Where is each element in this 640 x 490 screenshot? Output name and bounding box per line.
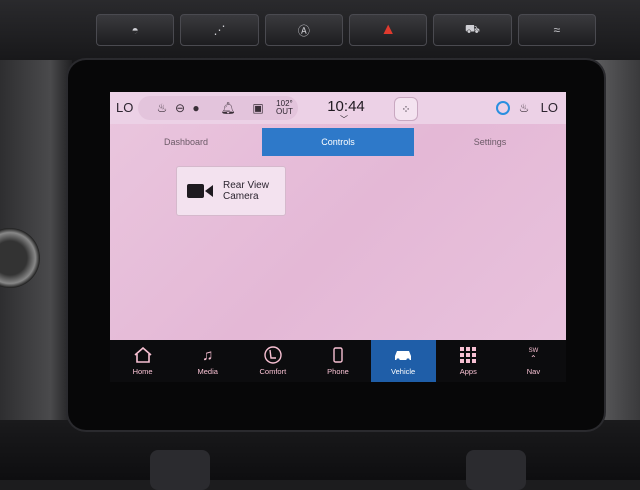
hill-descent-icon: ⛟ [464, 22, 481, 36]
chevron-down-icon[interactable]: ﹀ [340, 114, 348, 125]
outside-temp: 102° OUT [276, 100, 293, 116]
hardware-button-row: ◓ ⋰ Ⓐ ▲ ⛟ ≈ [96, 14, 596, 54]
tab-dashboard[interactable]: Dashboard [110, 128, 262, 156]
card-label-line1: Rear View [223, 180, 269, 191]
nav-phone-label: Phone [327, 367, 349, 376]
drive-mode-button[interactable]: ◓ [96, 14, 175, 46]
grid-icon: ⁘ [401, 103, 411, 116]
auto-stop-button[interactable]: Ⓐ [264, 14, 343, 46]
hazard-button[interactable]: ▲ [348, 14, 428, 46]
home-icon [133, 346, 153, 364]
nav-media[interactable]: ♫ Media [175, 340, 240, 382]
traction-button[interactable]: ≈ [517, 14, 596, 46]
tab-controls[interactable]: Controls [262, 128, 414, 156]
traction-icon: ≈ [553, 23, 561, 37]
passenger-seat-icon[interactable]: ♨ [514, 98, 534, 118]
status-bar: LO ♨ ⊖ ● 🔔︎ ▣ 102° OUT 10:44 ﹀ ⁘ ♨ LO [110, 92, 566, 124]
tab-settings[interactable]: Settings [414, 128, 566, 156]
assistant-icon[interactable]: ● [186, 98, 206, 118]
nav-home-label: Home [132, 367, 153, 376]
car-icon [393, 346, 413, 364]
left-climate-knob[interactable] [150, 450, 210, 490]
hazard-icon: ▲ [380, 21, 397, 38]
driver-temp[interactable]: LO [116, 100, 133, 115]
nav-apps[interactable]: Apps [436, 340, 501, 382]
nav-phone[interactable]: Phone [305, 340, 370, 382]
nav-vehicle-label: Vehicle [391, 367, 416, 376]
parksense-button[interactable]: ⋰ [180, 14, 259, 46]
card-label-line2: Camera [223, 191, 259, 202]
outside-temp-label: OUT [276, 107, 293, 116]
nav-vehicle[interactable]: Vehicle [370, 340, 436, 382]
nav-comfort-label: Comfort [259, 367, 287, 376]
alexa-icon[interactable] [496, 101, 510, 115]
apps-grid-icon [458, 346, 478, 364]
rear-view-camera-label: Rear View Camera [223, 180, 283, 202]
passenger-temp[interactable]: LO [541, 100, 558, 115]
tab-bar: Dashboard Controls Settings [110, 128, 566, 156]
clock: 10:44 [327, 98, 365, 115]
notification-bell-icon[interactable]: 🔔︎ [218, 98, 238, 118]
parksense-icon: ⋰ [213, 23, 226, 37]
video-camera-icon [187, 182, 213, 200]
nav-home[interactable]: Home [110, 340, 175, 382]
nav-apps-label: Apps [459, 367, 477, 376]
seat-icon [263, 346, 283, 364]
compass-icon: SW ⌃ [523, 346, 543, 364]
compass-arrow-icon: ⌃ [530, 354, 537, 363]
nav-nav-label: Nav [526, 367, 541, 376]
hill-descent-button[interactable]: ⛟ [433, 14, 512, 46]
profile-icon[interactable]: ▣ [248, 98, 268, 118]
bottom-nav-bar: Home ♫ Media Comfort Phone Vehicle Apps … [110, 340, 566, 382]
nav-media-label: Media [197, 367, 218, 376]
auto-stop-icon: Ⓐ [297, 23, 310, 38]
nav-nav[interactable]: SW ⌃ Nav [501, 340, 566, 382]
heated-seat-icon[interactable]: ♨ [152, 98, 172, 118]
right-climate-knob[interactable] [466, 450, 526, 490]
nav-comfort[interactable]: Comfort [240, 340, 305, 382]
drive-mode-icon: ◓ [131, 23, 139, 37]
phone-icon [328, 346, 348, 364]
music-note-icon: ♫ [202, 346, 214, 364]
rear-view-camera-button[interactable]: Rear View Camera [176, 166, 286, 216]
app-drawer-button[interactable]: ⁘ [394, 97, 418, 121]
infotainment-screen: LO ♨ ⊖ ● 🔔︎ ▣ 102° OUT 10:44 ﹀ ⁘ ♨ LO Da… [110, 92, 566, 382]
